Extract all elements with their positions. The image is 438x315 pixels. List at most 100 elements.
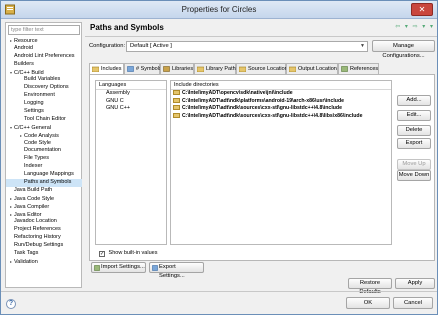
- language-item[interactable]: Assembly: [96, 90, 166, 98]
- sidebar-item-label: Java Code Style: [14, 195, 55, 202]
- sidebar-item[interactable]: Discovery Options: [6, 84, 82, 92]
- include-directory-item[interactable]: C:\Intel\myADT\adt\ndk\sources\cxx-stl\g…: [171, 112, 391, 121]
- tab-references[interactable]: References: [338, 63, 379, 74]
- forward-icon[interactable]: ⇨: [413, 24, 418, 30]
- show-builtin-row[interactable]: ✓ Show built-in values: [99, 249, 157, 257]
- move-down-button[interactable]: Move Down: [397, 170, 431, 181]
- footer-divider: [1, 291, 437, 292]
- sidebar-item[interactable]: Javadoc Location: [6, 218, 82, 226]
- include-directory-item[interactable]: C:\Intel\myADT\adt\ndk\platforms\android…: [171, 97, 391, 106]
- edit-button[interactable]: Edit...: [397, 110, 431, 121]
- export-settings-button[interactable]: Export Settings...: [149, 262, 204, 279]
- restore-defaults-button[interactable]: Restore Defaults: [348, 278, 392, 295]
- include-folder-icon: [92, 66, 99, 72]
- sidebar-item[interactable]: ▸ Code Analysis: [6, 132, 82, 140]
- sidebar-item[interactable]: Java Build Path: [6, 187, 82, 195]
- sidebar-item-label: C/C++ General: [14, 124, 51, 131]
- sidebar-item[interactable]: Project References: [6, 226, 82, 234]
- language-item[interactable]: GNU C++: [96, 105, 166, 113]
- apply-button[interactable]: Apply: [395, 278, 435, 289]
- property-tree: ▸ Resource Android Android Lint Preferences…: [6, 37, 82, 266]
- sidebar-item[interactable]: File Types: [6, 155, 82, 163]
- sidebar-item-label: Refactoring History: [14, 234, 61, 241]
- sidebar-item-label: Tool Chain Editor: [24, 115, 66, 122]
- sidebar-item[interactable]: Language Mappings: [6, 171, 82, 179]
- sidebar-item[interactable]: ▸ Validation: [6, 258, 82, 266]
- sidebar-item-label: Environment: [24, 92, 55, 99]
- include-directory-item[interactable]: C:\Intel\myADT\adt\ndk\sources\cxx-stl\g…: [171, 105, 391, 113]
- sidebar-item[interactable]: ▾ C/C++ General: [6, 124, 82, 132]
- tab-libraries[interactable]: Libraries: [160, 63, 194, 74]
- sidebar-item[interactable]: Logging: [6, 100, 82, 108]
- sidebar-item[interactable]: Tool Chain Editor: [6, 116, 82, 124]
- sidebar-item[interactable]: ▸ Resource: [6, 37, 82, 45]
- sidebar-item-label: Android Lint Preferences: [14, 52, 75, 59]
- forward-menu-icon[interactable]: ▾: [422, 24, 425, 30]
- sidebar-item[interactable]: Environment: [6, 92, 82, 100]
- library-icon: [163, 66, 170, 72]
- back-icon[interactable]: ⇦: [395, 24, 400, 30]
- sidebar-item[interactable]: Paths and Symbols: [6, 179, 82, 187]
- export-button[interactable]: Export: [397, 138, 431, 149]
- folder-icon: [173, 112, 180, 118]
- sidebar-item-label: Java Compiler: [14, 203, 50, 210]
- add-button[interactable]: Add...: [397, 95, 431, 106]
- sidebar-item[interactable]: ▸ Java Compiler: [6, 203, 82, 211]
- sidebar-item-label: File Types: [24, 155, 49, 162]
- sidebar-item[interactable]: Refactoring History: [6, 234, 82, 242]
- folder-icon: [173, 90, 180, 95]
- help-icon[interactable]: ?: [6, 299, 16, 309]
- cancel-button[interactable]: Cancel: [393, 297, 433, 309]
- language-item[interactable]: GNU C: [96, 98, 166, 106]
- filter-input[interactable]: type filter text: [8, 25, 80, 35]
- sidebar-item-label: Java Build Path: [14, 186, 53, 193]
- sidebar-item-label: Code Style: [24, 139, 51, 146]
- configuration-select[interactable]: Default [ Active ] ▼: [126, 41, 368, 52]
- page-heading: Paths and Symbols ⇦ ▾ ⇨ ▾ ▾: [87, 19, 437, 36]
- view-menu-icon[interactable]: ▾: [430, 24, 433, 30]
- show-builtin-checkbox[interactable]: ✓: [99, 251, 105, 257]
- sidebar-item-label: Android: [14, 44, 33, 51]
- move-up-button[interactable]: Move Up: [397, 159, 431, 170]
- tab-symbols[interactable]: # Symbols: [124, 63, 162, 74]
- page-title: Paths and Symbols: [90, 23, 164, 32]
- include-directory-item[interactable]: C:\Intel\myADT\opencv\sdk\native\jni\inc…: [171, 90, 391, 98]
- sidebar-item[interactable]: Code Style: [6, 140, 82, 148]
- properties-dialog: Properties for Circles ✕ type filter tex…: [0, 0, 438, 315]
- sidebar-item[interactable]: ▸ Java Code Style: [6, 195, 82, 203]
- sidebar-item[interactable]: Settings: [6, 108, 82, 116]
- configuration-value: Default [ Active ]: [130, 43, 172, 49]
- sidebar-item-label: Build Variables: [24, 76, 61, 83]
- sidebar-item[interactable]: Indexer: [6, 163, 82, 171]
- folder-icon: [173, 105, 180, 110]
- back-menu-icon[interactable]: ▾: [405, 24, 408, 30]
- tab-source-location[interactable]: Source Location: [236, 63, 288, 74]
- includes-panel: Languages Assembly GNU C GNU C++ Include…: [89, 74, 435, 261]
- sidebar-item-label: Run/Debug Settings: [14, 242, 64, 249]
- sidebar-item[interactable]: Documentation: [6, 147, 82, 155]
- sidebar-item[interactable]: Run/Debug Settings: [6, 242, 82, 250]
- sidebar-item-label: Settings: [24, 108, 44, 115]
- heading-divider: [85, 36, 437, 37]
- tab-output-location[interactable]: Output Location: [286, 63, 338, 74]
- close-button[interactable]: ✕: [411, 3, 433, 16]
- sidebar-item[interactable]: Android: [6, 45, 82, 53]
- delete-button[interactable]: Delete: [397, 125, 431, 136]
- sidebar-item[interactable]: Builders: [6, 61, 82, 69]
- sidebar-item[interactable]: ▾ C/C++ Build: [6, 69, 82, 77]
- sidebar-item-label: Language Mappings: [24, 171, 74, 178]
- sidebar-item[interactable]: ▸ Java Editor: [6, 211, 82, 219]
- sidebar-item-label: Code Analysis: [24, 132, 59, 139]
- sidebar-item[interactable]: Android Lint Preferences: [6, 53, 82, 61]
- tab-library-paths[interactable]: Library Paths: [194, 63, 238, 74]
- show-builtin-label: Show built-in values: [108, 250, 158, 256]
- manage-configurations-button[interactable]: Manage Configurations...: [372, 40, 435, 59]
- sidebar-item[interactable]: Task Tags: [6, 250, 82, 258]
- languages-header: Languages: [96, 81, 166, 90]
- tab-bar: Includes # Symbols Libraries Library Pat…: [89, 63, 435, 75]
- sidebar-item[interactable]: Build Variables: [6, 76, 82, 84]
- import-settings-button[interactable]: Import Settings...: [91, 262, 146, 273]
- include-directories-list: Include directories C:\Intel\myADT\openc…: [170, 80, 392, 245]
- ok-button[interactable]: OK: [346, 297, 390, 309]
- include-directories-header: Include directories: [171, 81, 391, 90]
